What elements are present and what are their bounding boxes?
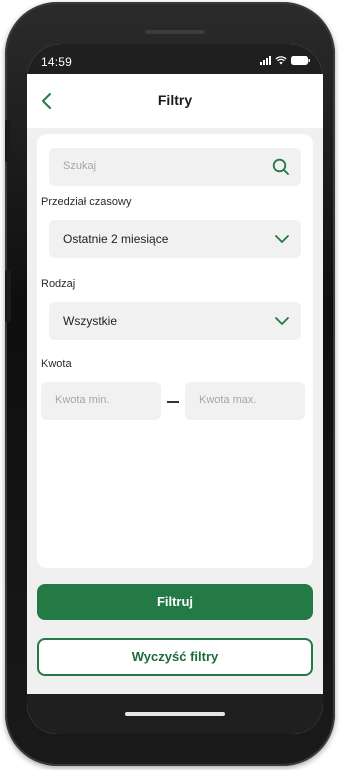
navigation-bar: Filtry xyxy=(27,74,323,128)
clear-filters-button[interactable]: Wyczyść filtry xyxy=(37,638,313,676)
status-icons xyxy=(260,56,311,65)
chevron-down-icon xyxy=(273,312,291,330)
period-label: Przedział czasowy xyxy=(41,196,132,208)
period-select[interactable]: Ostatnie 2 miesiące xyxy=(49,220,301,258)
filters-card: Szukaj Przedział czasowy Ostatnie 2 mies… xyxy=(37,134,313,568)
search-placeholder: Szukaj xyxy=(63,160,97,172)
search-input[interactable]: Szukaj xyxy=(49,148,301,186)
device-mockup: 14:59 Filtry Szukaj Przedział czasowy Os… xyxy=(0,0,340,770)
battery-icon xyxy=(291,56,311,65)
amount-min-placeholder: Kwota min. xyxy=(55,394,110,406)
chevron-down-icon xyxy=(273,230,291,248)
amount-max-placeholder: Kwota max. xyxy=(199,394,257,406)
app-screen: 14:59 Filtry Szukaj Przedział czasowy Os… xyxy=(27,44,323,734)
search-icon[interactable] xyxy=(271,157,291,177)
amount-min-input[interactable]: Kwota min. xyxy=(41,382,161,420)
earpiece-speaker xyxy=(145,30,205,34)
type-select[interactable]: Wszystkie xyxy=(49,302,301,340)
type-label: Rodzaj xyxy=(41,278,76,290)
type-value: Wszystkie xyxy=(63,314,117,328)
status-bar: 14:59 xyxy=(27,44,323,74)
volume-button xyxy=(5,120,11,162)
signal-icon xyxy=(260,56,271,65)
wifi-icon xyxy=(275,56,287,65)
phone-frame: 14:59 Filtry Szukaj Przedział czasowy Os… xyxy=(5,2,335,766)
filter-button[interactable]: Filtruj xyxy=(37,584,313,620)
amount-max-input[interactable]: Kwota max. xyxy=(185,382,305,420)
status-time: 14:59 xyxy=(41,55,73,69)
amount-label: Kwota xyxy=(41,358,72,370)
period-value: Ostatnie 2 miesiące xyxy=(63,232,169,246)
home-indicator[interactable] xyxy=(125,712,225,716)
side-button xyxy=(5,270,11,322)
bottom-bar xyxy=(27,694,323,734)
page-title: Filtry xyxy=(157,92,193,108)
range-separator xyxy=(167,401,179,403)
